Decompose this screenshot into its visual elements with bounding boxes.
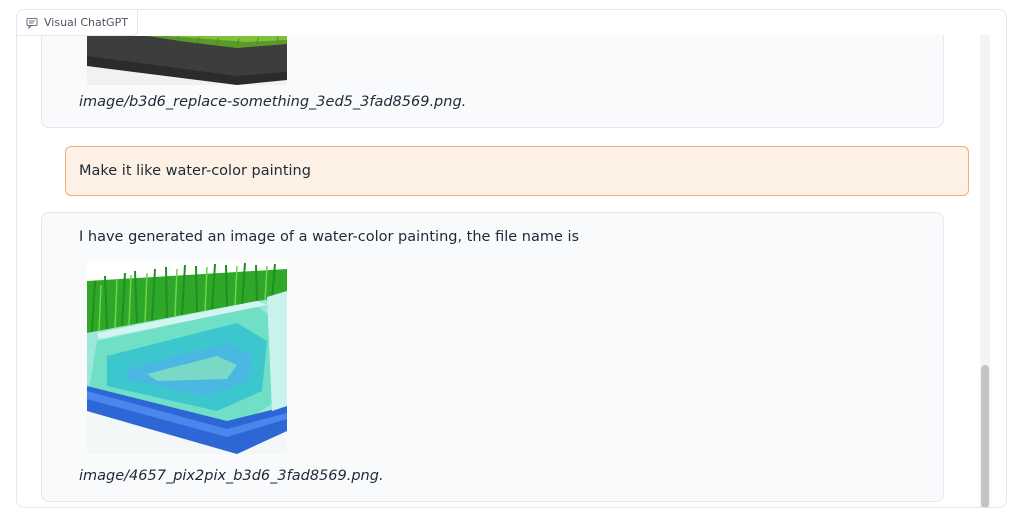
- scrollbar-thumb[interactable]: [981, 365, 989, 507]
- bot-message-text: I have generated an image of a water-col…: [79, 229, 580, 245]
- bot-message: I have generated an image of a water-col…: [41, 212, 944, 502]
- chatbot-label: Visual ChatGPT: [17, 10, 138, 36]
- user-message-text: Make it like water-color painting: [79, 163, 311, 179]
- user-message: Make it like water-color painting: [65, 146, 969, 196]
- chatbot-label-text: Visual ChatGPT: [44, 16, 128, 29]
- image-filename: image/4657_pix2pix_b3d6_3fad8569.png.: [79, 468, 384, 484]
- bot-message: image/b3d6_replace-something_3ed5_3fad85…: [41, 35, 944, 128]
- generated-image: [87, 261, 287, 454]
- chat-scrollbar[interactable]: [980, 35, 990, 507]
- generated-image: [87, 36, 287, 85]
- image-filename: image/b3d6_replace-something_3ed5_3fad85…: [79, 94, 467, 110]
- chat-history[interactable]: image/b3d6_replace-something_3ed5_3fad85…: [17, 35, 997, 507]
- chatbot-panel: Visual ChatGPT image/b3d6_replace-someth…: [16, 9, 1007, 508]
- chat-bubble-icon: [26, 17, 38, 29]
